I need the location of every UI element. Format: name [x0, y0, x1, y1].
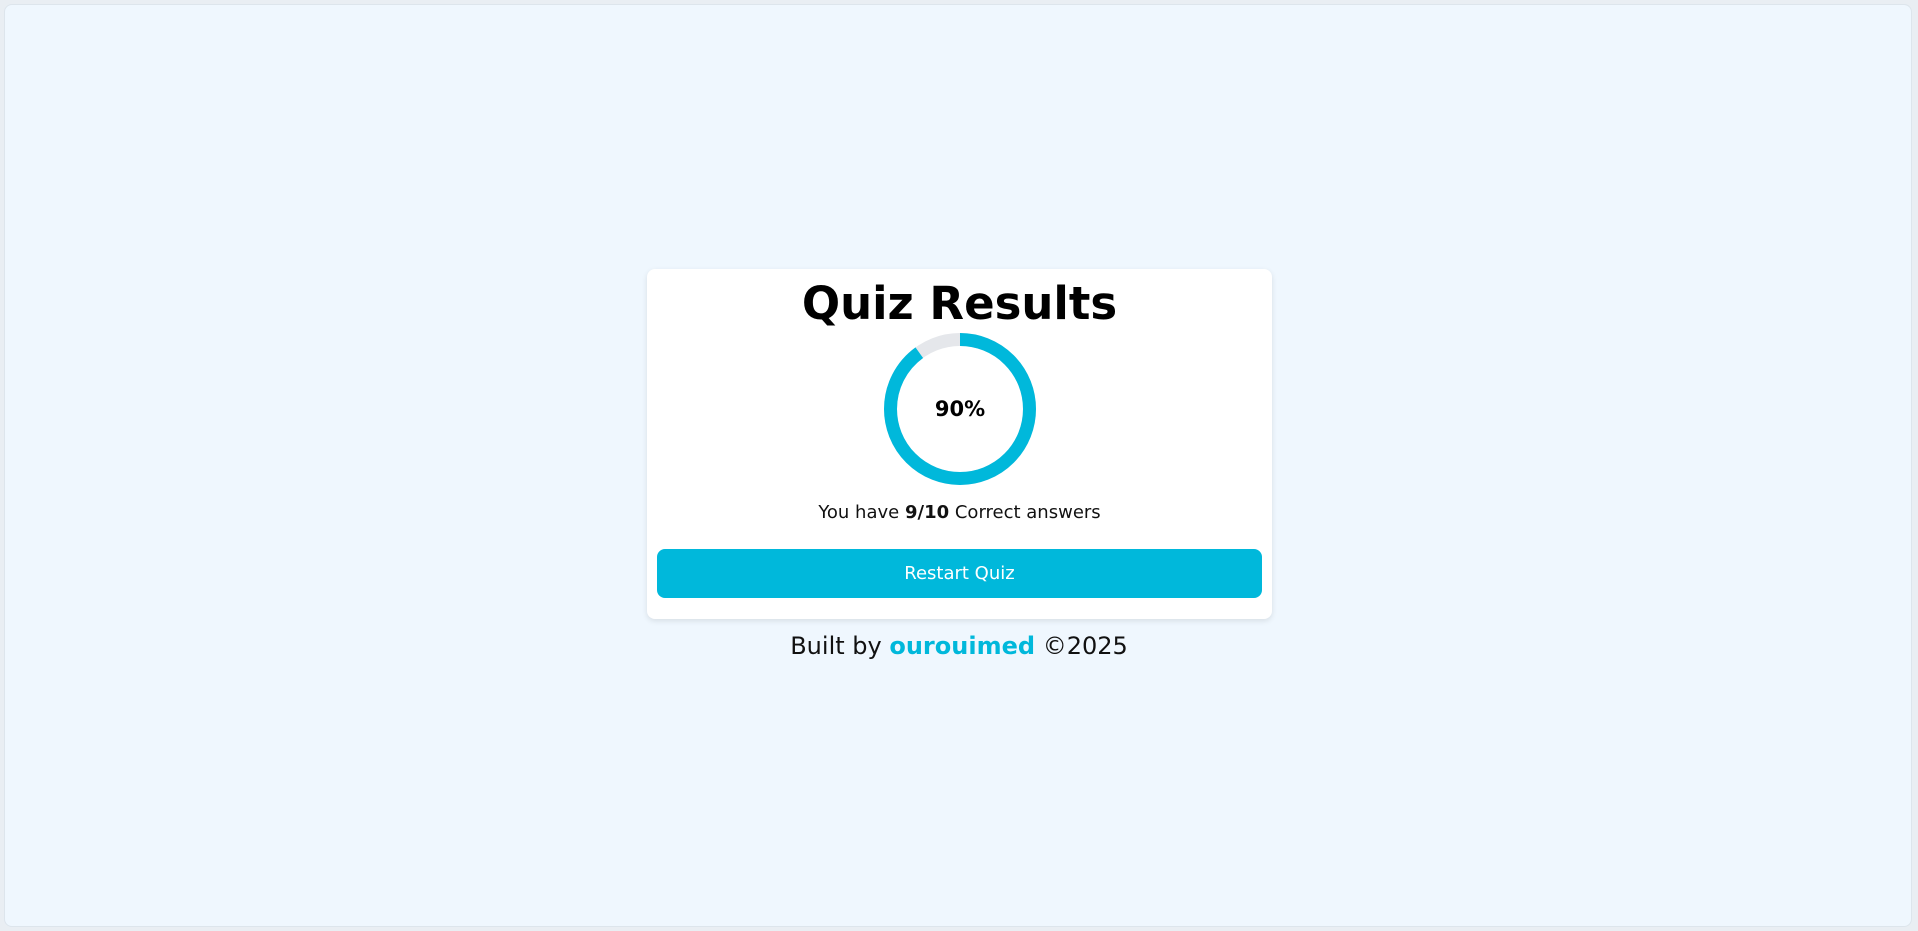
- summary-suffix: Correct answers: [954, 502, 1101, 523]
- summary-prefix: You have: [818, 502, 900, 523]
- quiz-results-card: Quiz Results 90% You have 9/10 Correct a…: [647, 269, 1272, 619]
- page-title: Quiz Results: [801, 277, 1118, 330]
- score-percent: 90%: [934, 397, 986, 421]
- author-link[interactable]: ourouimed: [889, 632, 1035, 660]
- score-summary: You have 9/10 Correct answers: [647, 502, 1272, 523]
- footer-copyright: ©2025: [1042, 632, 1128, 660]
- footer-prefix: Built by: [790, 632, 882, 660]
- score-progress-ring: 90%: [884, 333, 1036, 485]
- footer: Built by ourouimed ©2025: [0, 632, 1918, 660]
- restart-quiz-button[interactable]: Restart Quiz: [657, 549, 1262, 598]
- score-value: 9/10: [904, 502, 950, 523]
